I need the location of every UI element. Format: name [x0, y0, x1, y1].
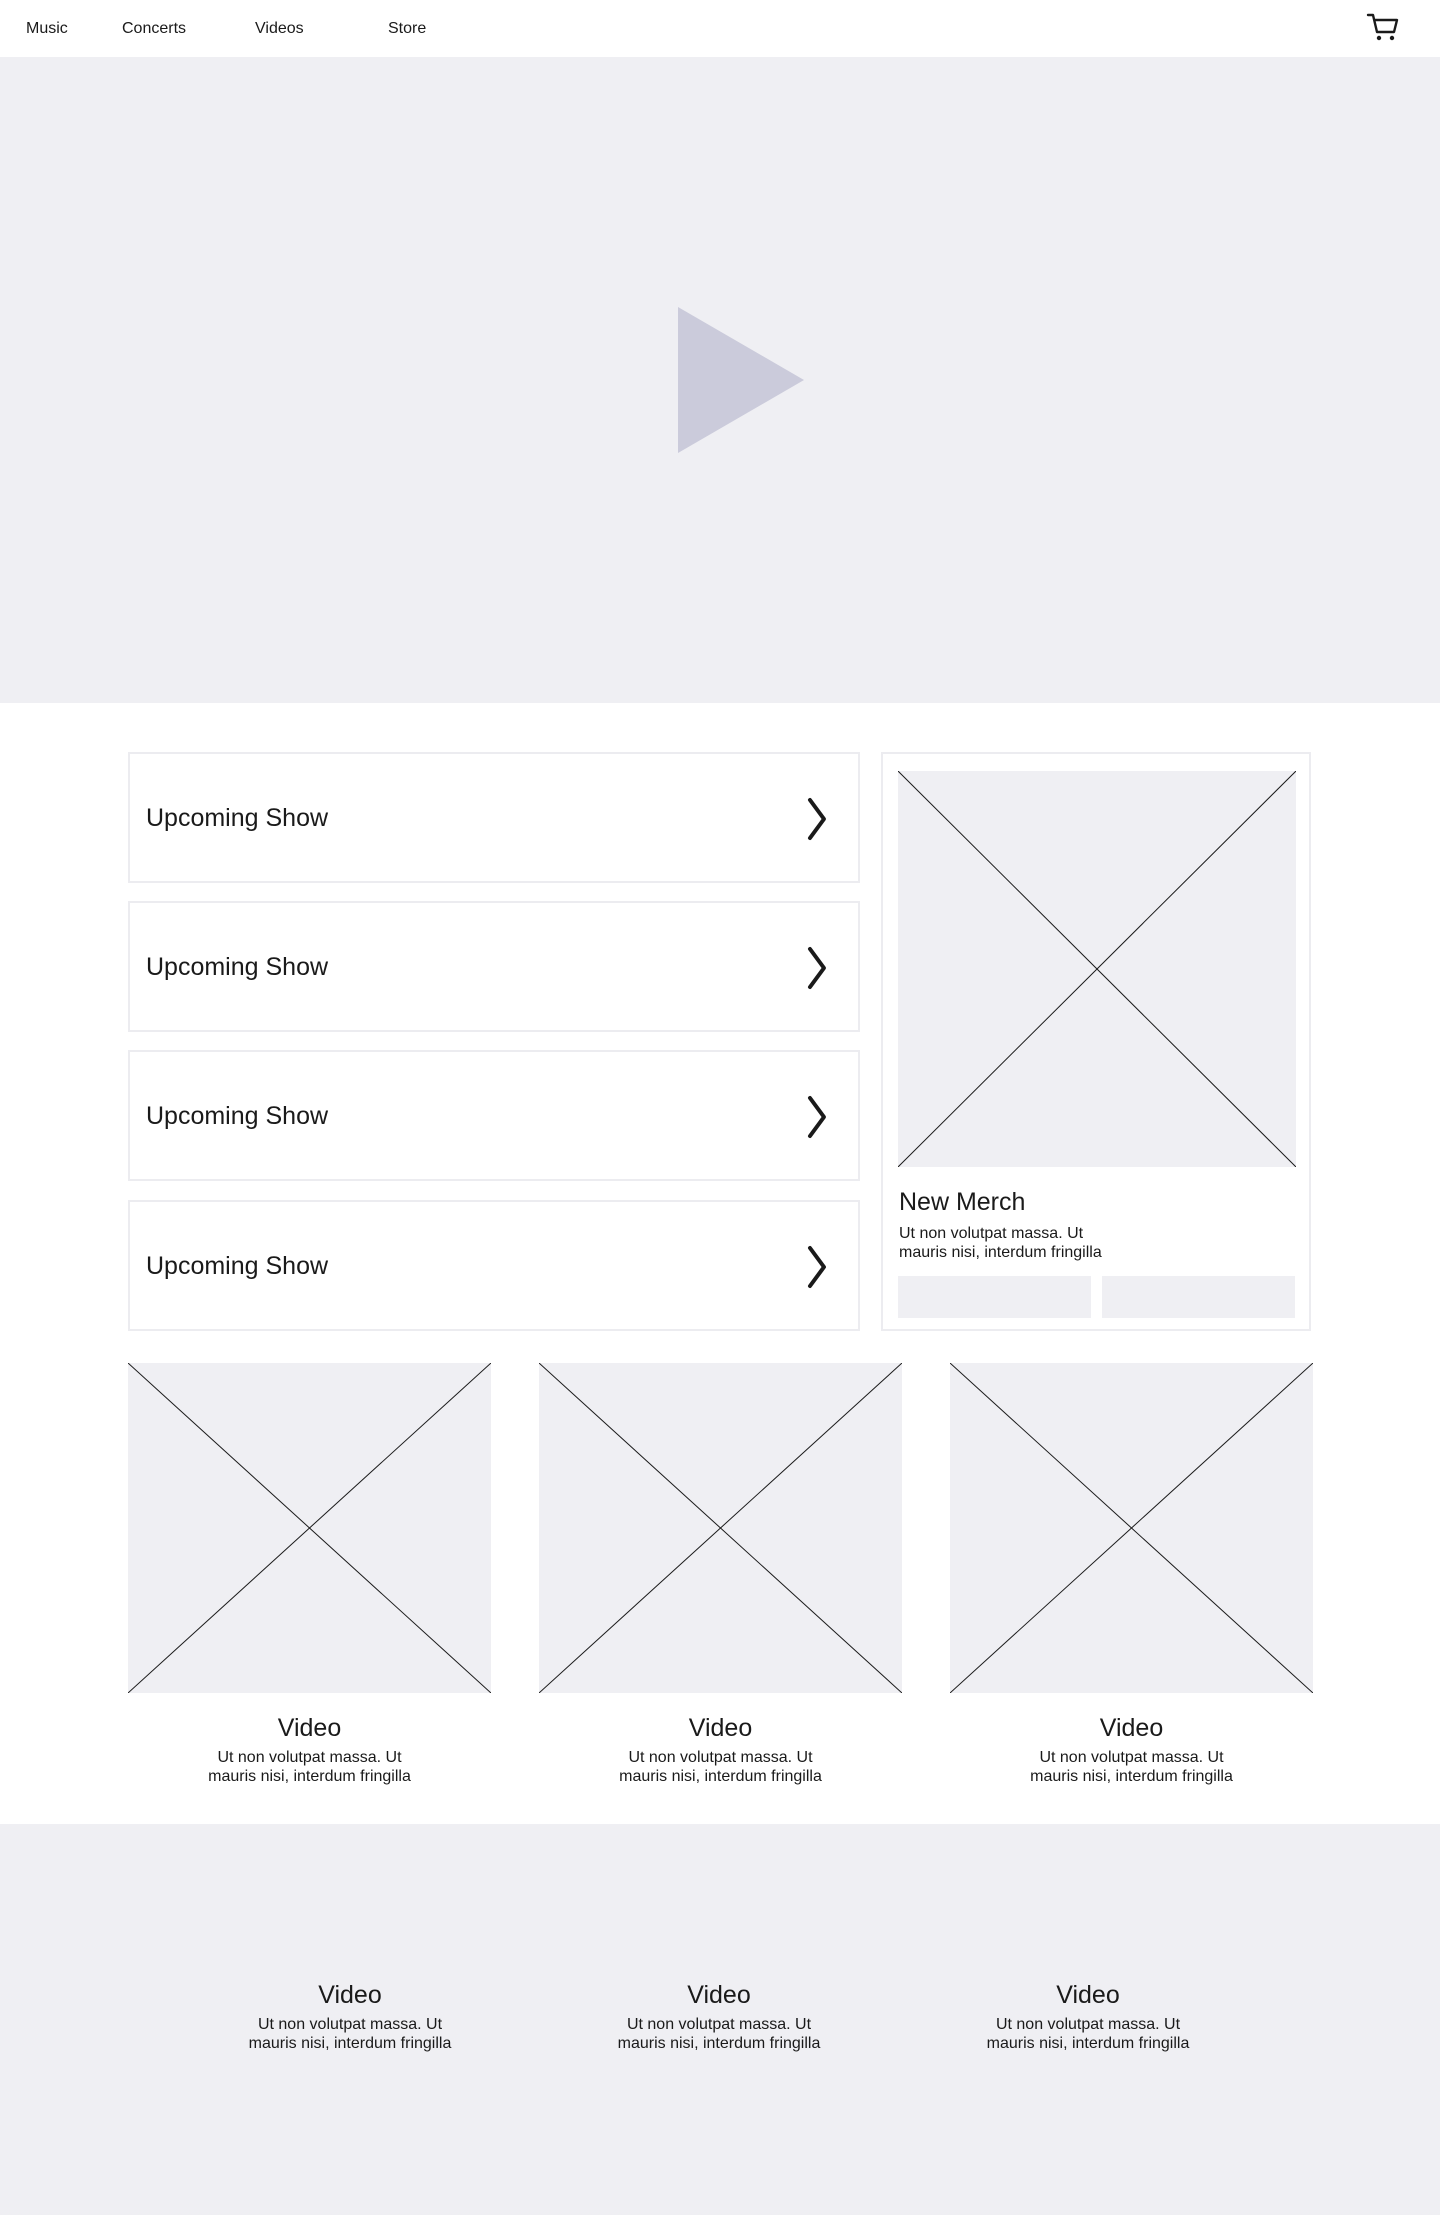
video-desc-line: mauris nisi, interdum fringilla [208, 1768, 411, 1785]
cart-icon[interactable] [1366, 12, 1400, 44]
nav-item-videos[interactable]: Videos [255, 20, 304, 38]
merch-image-placeholder[interactable] [898, 771, 1296, 1167]
video-desc-line: Ut non volutpat massa. Ut [1039, 1749, 1224, 1766]
upcoming-show-card[interactable]: Upcoming Show [128, 901, 860, 1032]
bottom-video-desc-line: Ut non volutpat massa. Ut [626, 2016, 812, 2033]
video-desc-line: Ut non volutpat massa. Ut [217, 1749, 402, 1766]
bottom-video-description: Ut non volutpat massa. Ut mauris nisi, i… [200, 2015, 500, 2053]
bottom-video-description: Ut non volutpat massa. Ut mauris nisi, i… [569, 2015, 869, 2053]
bottom-video-desc-line: mauris nisi, interdum fringilla [986, 2035, 1190, 2052]
bottom-video-title[interactable]: Video [938, 1981, 1238, 2010]
play-icon[interactable] [678, 307, 804, 453]
nav-item-concerts[interactable]: Concerts [122, 20, 186, 38]
video-description: Ut non volutpat massa. Ut mauris nisi, i… [950, 1748, 1313, 1786]
bottom-video-description: Ut non volutpat massa. Ut mauris nisi, i… [938, 2015, 1238, 2053]
nav-item-music[interactable]: Music [26, 20, 68, 38]
merch-desc-line: Ut non volutpat massa. Ut [899, 1225, 1084, 1242]
upcoming-show-card[interactable]: Upcoming Show [128, 1050, 860, 1181]
video-desc-line: mauris nisi, interdum fringilla [1030, 1768, 1233, 1785]
video-thumbnail-placeholder[interactable] [128, 1363, 491, 1693]
chevron-right-icon [808, 947, 826, 989]
show-label: Upcoming Show [146, 953, 329, 981]
video-desc-line: Ut non volutpat massa. Ut [628, 1749, 813, 1766]
bottom-video-title[interactable]: Video [200, 1981, 500, 2010]
video-title: Video [688, 1714, 753, 1742]
video-thumbnail-placeholder[interactable] [539, 1363, 902, 1693]
hero-video[interactable] [0, 57, 1440, 703]
bottom-video-desc-line: mauris nisi, interdum fringilla [248, 2035, 452, 2052]
chevron-right-icon [808, 1246, 826, 1288]
upcoming-show-card[interactable]: Upcoming Show [128, 752, 860, 883]
nav-item-store[interactable]: Store [388, 20, 426, 38]
merch-title: New Merch [899, 1188, 1026, 1216]
merch-secondary-button[interactable] [1102, 1276, 1295, 1318]
merch-card: New Merch Ut non volutpat massa. Ut maur… [881, 752, 1311, 1331]
bottom-video-desc-line: Ut non volutpat massa. Ut [995, 2016, 1181, 2033]
show-label: Upcoming Show [146, 1252, 329, 1280]
video-title: Video [1099, 1714, 1164, 1742]
bottom-video-title[interactable]: Video [569, 1981, 869, 2010]
chevron-right-icon [808, 1096, 826, 1138]
chevron-right-icon [808, 798, 826, 840]
merch-description: Ut non volutpat massa. Ut mauris nisi, i… [899, 1224, 1149, 1262]
show-label: Upcoming Show [146, 1102, 329, 1130]
show-label: Upcoming Show [146, 804, 329, 832]
video-description: Ut non volutpat massa. Ut mauris nisi, i… [539, 1748, 902, 1786]
top-nav: Music Concerts Videos Store [0, 0, 1440, 57]
video-desc-line: mauris nisi, interdum fringilla [619, 1768, 822, 1785]
bottom-video-desc-line: Ut non volutpat massa. Ut [257, 2016, 443, 2033]
upcoming-show-card[interactable]: Upcoming Show [128, 1200, 860, 1331]
merch-desc-line: mauris nisi, interdum fringilla [899, 1244, 1102, 1261]
bottom-video-desc-line: mauris nisi, interdum fringilla [617, 2035, 821, 2052]
video-thumbnail-placeholder[interactable] [950, 1363, 1313, 1693]
bottom-video-section: Video Ut non volutpat massa. Ut mauris n… [0, 1824, 1440, 2215]
video-description: Ut non volutpat massa. Ut mauris nisi, i… [128, 1748, 491, 1786]
video-title: Video [277, 1714, 342, 1742]
merch-primary-button[interactable] [898, 1276, 1091, 1318]
